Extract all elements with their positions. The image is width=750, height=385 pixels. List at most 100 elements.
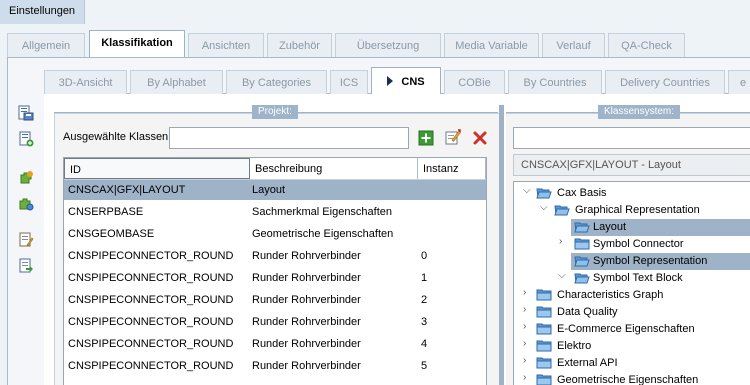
- cell-id: CNSPIPECONNECTOR_ROUND: [68, 272, 234, 284]
- folder-open-icon: [574, 273, 590, 284]
- cell-instance: 1: [421, 272, 428, 284]
- tree-node-external-api[interactable]: › External API: [514, 355, 750, 372]
- table-row[interactable]: CNSPIPECONNECTOR_ROUND Runder Rohrverbin…: [64, 268, 486, 288]
- cell-instance: 2: [421, 294, 428, 306]
- tab-qa-check[interactable]: QA-Check: [608, 33, 685, 57]
- table-row[interactable]: CNSPIPECONNECTOR_ROUND Runder Rohrverbin…: [64, 290, 486, 310]
- folder-open-icon: [574, 222, 590, 233]
- tab-by-categories[interactable]: By Categories: [226, 70, 327, 94]
- table-row[interactable]: CNSCAX|GFX|LAYOUT Layout: [64, 180, 486, 200]
- table-row[interactable]: CNSPIPECONNECTOR_ROUND Runder Rohrverbin…: [64, 356, 486, 376]
- folder-closed-icon: [574, 238, 590, 250]
- tab-delivery-countries[interactable]: Delivery Countries: [605, 70, 725, 94]
- tab-klassifikation[interactable]: Klassifikation: [89, 30, 185, 57]
- cell-description: Layout: [252, 184, 286, 196]
- save-project-icon[interactable]: [18, 105, 34, 121]
- tab-cobie[interactable]: COBie: [444, 70, 505, 94]
- table-row[interactable]: CNSGEOMBASE Geometrische Eigenschaften: [64, 224, 486, 244]
- class-tree: ⌵ Cax Basis ⌵ Graphical Representation L…: [513, 181, 750, 385]
- chevron-right-icon[interactable]: ›: [523, 321, 533, 332]
- tab-ansichten[interactable]: Ansichten: [188, 33, 264, 57]
- tree-node-cax-basis[interactable]: ⌵ Cax Basis: [514, 185, 750, 202]
- cell-id: CNSPIPECONNECTOR_ROUND: [68, 338, 234, 350]
- chevron-right-icon[interactable]: ›: [523, 304, 533, 315]
- cell-id: CNSPIPECONNECTOR_ROUND: [68, 360, 234, 372]
- panel-splitter[interactable]: [499, 105, 504, 385]
- folder-open-icon: [574, 256, 590, 267]
- export-document-icon[interactable]: [18, 258, 34, 274]
- tree-node-graphical-representation[interactable]: ⌵ Graphical Representation: [514, 202, 750, 219]
- folder-closed-icon: [536, 340, 552, 352]
- tab-zubehoer[interactable]: Zubehör: [267, 33, 332, 57]
- cell-description: Runder Rohrverbinder: [252, 316, 361, 328]
- column-header-id[interactable]: ID: [64, 158, 250, 179]
- edit-document-icon[interactable]: [18, 232, 34, 248]
- tab-uebersetzung[interactable]: Übersetzung: [335, 33, 441, 57]
- add-plugin-icon[interactable]: [18, 170, 34, 186]
- tab-3d-ansicht[interactable]: 3D-Ansicht: [44, 70, 127, 94]
- selected-class-path: CNSCAX|GFX|LAYOUT - Layout: [513, 154, 750, 176]
- tab-cns[interactable]: CNS: [371, 67, 441, 94]
- class-system-panel-title: Klassensystem:: [598, 105, 681, 119]
- edit-icon[interactable]: [445, 129, 461, 145]
- cell-id: CNSCAX|GFX|LAYOUT: [68, 184, 186, 196]
- tree-node-e-commerce-eigenschaften[interactable]: › E-Commerce Eigenschaften: [514, 321, 750, 338]
- table-row[interactable]: CNSPIPECONNECTOR_ROUND Runder Rohrverbin…: [64, 246, 486, 266]
- project-panel-title: Projekt:: [252, 105, 298, 119]
- folder-closed-icon: [536, 357, 552, 369]
- folder-closed-icon: [536, 306, 552, 318]
- chevron-right-icon[interactable]: ›: [523, 355, 533, 366]
- tree-node-geometrische-eigenschaften[interactable]: › Geometrische Eigenschaften: [514, 372, 750, 385]
- column-header-beschreibung[interactable]: Beschreibung: [250, 158, 418, 179]
- tree-node-symbol-connector[interactable]: › Symbol Connector: [514, 236, 750, 253]
- column-header-instanz[interactable]: Instanz: [418, 158, 486, 179]
- tree-node-characteristics-graph[interactable]: › Characteristics Graph: [514, 287, 750, 304]
- play-arrow-icon: [387, 76, 394, 86]
- delete-icon[interactable]: [472, 130, 488, 146]
- chevron-right-icon[interactable]: ›: [523, 287, 533, 298]
- tab-overflow[interactable]: e: [728, 70, 750, 94]
- new-project-icon[interactable]: [18, 131, 34, 147]
- chevron-down-icon[interactable]: ⌵: [540, 202, 550, 213]
- table-row[interactable]: CNSPIPECONNECTOR_ROUND Runder Rohrverbin…: [64, 334, 486, 354]
- cell-description: Runder Rohrverbinder: [252, 360, 361, 372]
- tree-node-layout[interactable]: Layout: [571, 219, 750, 236]
- cell-description: Runder Rohrverbinder: [252, 272, 361, 284]
- folder-closed-icon: [536, 323, 552, 335]
- tab-allgemein[interactable]: Allgemein: [7, 33, 85, 57]
- tree-node-symbol-text-block[interactable]: ⌵ Symbol Text Block: [514, 270, 750, 287]
- window-titlebar: Einstellungen: [0, 0, 750, 24]
- folder-closed-icon: [536, 374, 552, 385]
- table-row[interactable]: CNSPIPECONNECTOR_ROUND Runder Rohrverbin…: [64, 312, 486, 332]
- table-row[interactable]: CNSERPBASE Sachmerkmal Eigenschaften: [64, 202, 486, 222]
- plugin-settings-icon[interactable]: [18, 196, 34, 212]
- main-tabs: Allgemein Klassifikation Ansichten Zubeh…: [0, 30, 750, 59]
- selected-classes-label: Ausgewählte Klassen: [63, 131, 169, 143]
- tab-media-variable[interactable]: Media Variable: [444, 33, 539, 57]
- tab-by-countries[interactable]: By Countries: [508, 70, 602, 94]
- add-icon[interactable]: [418, 130, 434, 146]
- cell-description: Geometrische Eigenschaften: [252, 228, 394, 240]
- window-title-tab[interactable]: Einstellungen: [0, 0, 85, 24]
- chevron-right-icon[interactable]: ›: [559, 236, 569, 247]
- tree-node-symbol-representation[interactable]: Symbol Representation: [571, 253, 750, 270]
- class-search-input[interactable]: [513, 127, 750, 149]
- selected-classes-table: ID Beschreibung Instanz CNSCAX|GFX|LAYOU…: [63, 157, 487, 385]
- chevron-down-icon[interactable]: ⌵: [558, 270, 568, 281]
- selected-classes-input[interactable]: [169, 127, 409, 149]
- chevron-right-icon[interactable]: ›: [523, 372, 533, 383]
- tree-node-data-quality[interactable]: › Data Quality: [514, 304, 750, 321]
- sub-tabs: 3D-Ansicht By Alphabet By Categories ICS…: [0, 67, 750, 96]
- tab-ics[interactable]: ICS: [330, 70, 368, 94]
- tab-verlauf[interactable]: Verlauf: [542, 33, 605, 57]
- cell-description: Runder Rohrverbinder: [252, 338, 361, 350]
- table-header: ID Beschreibung Instanz: [64, 158, 486, 180]
- chevron-down-icon[interactable]: ⌵: [523, 185, 533, 196]
- folder-open-icon: [554, 205, 570, 216]
- cell-instance: 4: [421, 338, 428, 350]
- cell-instance: 0: [421, 250, 428, 262]
- chevron-right-icon[interactable]: ›: [523, 338, 533, 349]
- folder-open-icon: [536, 188, 552, 199]
- tab-by-alphabet[interactable]: By Alphabet: [130, 70, 223, 94]
- tree-node-elektro[interactable]: › Elektro: [514, 338, 750, 355]
